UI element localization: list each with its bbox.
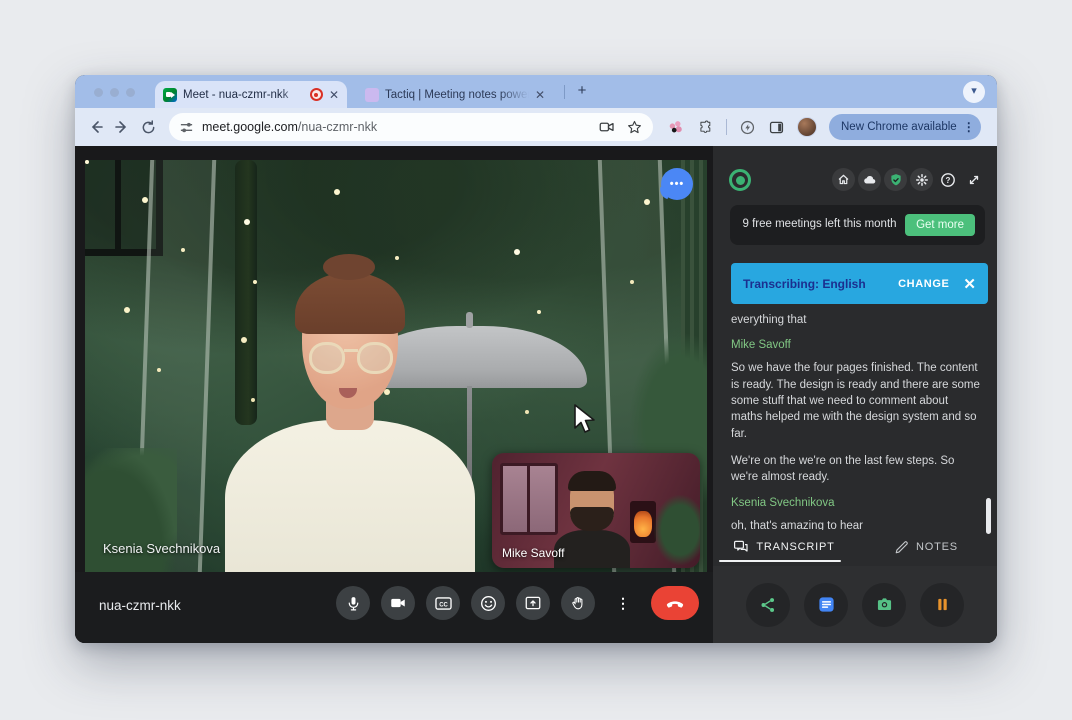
svg-text:CC: CC [439, 602, 448, 608]
tab-meet[interactable]: Meet - nua-czmr-nkk ✕ [155, 81, 347, 108]
side-panel-icon[interactable] [768, 119, 785, 136]
site-settings-icon[interactable] [179, 120, 194, 135]
tab-close-icon[interactable]: ✕ [329, 89, 339, 101]
transcript-list[interactable]: everything that Mike Savoff So we have t… [731, 312, 981, 530]
help-icon[interactable]: ? [936, 168, 959, 191]
participant-ksenia [225, 254, 475, 572]
tab-close-icon[interactable]: ✕ [535, 89, 545, 101]
back-button[interactable] [83, 114, 109, 140]
mouse-cursor [574, 404, 595, 433]
desktop: Meet - nua-czmr-nkk ✕ Tactiq | Meeting n… [0, 0, 1072, 720]
extensions-area [667, 117, 817, 137]
transcript-line: So we have the four pages finished. The … [731, 362, 980, 440]
tab-search-chevron-icon[interactable]: ▾ [963, 81, 985, 103]
end-call-button[interactable] [651, 586, 699, 620]
pause-recording-button[interactable] [920, 582, 964, 627]
transcribing-banner: Transcribing: English CHANGE ✕ [731, 263, 988, 304]
meeting-code-label: nua-czmr-nkk [99, 598, 181, 613]
transcript-line: We're on the we're on the last few steps… [731, 454, 955, 484]
tab-title: Meet - nua-czmr-nkk [183, 88, 289, 101]
mic-button[interactable] [336, 586, 370, 620]
shirt [225, 420, 475, 572]
close-banner-icon[interactable]: ✕ [963, 275, 976, 293]
tactiq-logo-icon [729, 169, 751, 191]
settings-gear-icon[interactable] [910, 168, 933, 191]
transcript-speaker: Mike Savoff [731, 339, 791, 352]
pip-name-label: Mike Savoff [502, 546, 565, 560]
scrollbar-thumb[interactable] [986, 498, 991, 534]
google-docs-button[interactable] [804, 582, 848, 627]
cloud-icon[interactable] [858, 168, 881, 191]
reload-button[interactable] [135, 114, 161, 140]
browser-window: Meet - nua-czmr-nkk ✕ Tactiq | Meeting n… [75, 75, 997, 643]
screenshot-button[interactable] [862, 582, 906, 627]
main-name-label: Ksenia Svechnikova [103, 541, 221, 556]
transcript-speaker: Ksenia Svechnikova [731, 496, 835, 509]
chat-notification-icon[interactable]: ••• [661, 168, 693, 200]
free-meetings-card: 9 free meetings left this month Get more [730, 205, 985, 245]
bookmark-star-icon[interactable] [626, 119, 643, 136]
tactiq-tabs: TRANSCRIPT NOTES [713, 532, 997, 562]
reactions-button[interactable] [471, 586, 505, 620]
camera-permission-icon[interactable] [598, 118, 616, 136]
present-button[interactable] [516, 586, 550, 620]
tactiq-actions [713, 566, 997, 643]
glasses [309, 342, 393, 376]
meet-stage: ••• Mike Savoff Ksenia Svechnikova nua-c… [75, 146, 713, 643]
svg-text:?: ? [945, 176, 950, 185]
pencil-icon [895, 540, 908, 553]
transcript-line: oh, that's amazing to hear [731, 519, 863, 530]
recording-indicator-icon [309, 88, 323, 101]
get-more-button[interactable]: Get more [905, 214, 975, 236]
tactiq-header: ? [727, 168, 985, 194]
traffic-close-button[interactable] [94, 88, 103, 97]
meet-favicon-icon [163, 87, 177, 102]
page-content: ••• Mike Savoff Ksenia Svechnikova nua-c… [75, 146, 997, 643]
extension-pink-icon[interactable] [667, 118, 685, 136]
address-bar[interactable]: meet.google.com/nua-czmr-nkk [169, 113, 653, 141]
tab-title: Tactiq | Meeting notes power [385, 88, 529, 101]
transcript-line: everything that [731, 314, 807, 326]
new-tab-button[interactable]: + [573, 82, 591, 100]
update-menu-kebab-icon[interactable]: ⋮ [963, 121, 975, 133]
tab-notes[interactable]: NOTES [855, 532, 997, 562]
home-icon[interactable] [832, 168, 855, 191]
hair-bun [323, 254, 375, 280]
change-language-button[interactable]: CHANGE [898, 278, 949, 290]
traffic-zoom-button[interactable] [126, 88, 135, 97]
chat-bubbles-icon [734, 540, 748, 552]
shield-check-icon[interactable] [884, 168, 907, 191]
tactiq-favicon-icon [365, 87, 379, 102]
traffic-minimize-button[interactable] [110, 88, 119, 97]
meet-control-bar: nua-czmr-nkk CC ⋮ [75, 572, 713, 643]
captions-button[interactable]: CC [426, 586, 460, 620]
share-button[interactable] [746, 582, 790, 627]
call-controls: CC ⋮ [336, 586, 699, 620]
tactiq-panel: ? 9 free meetings left this month Get mo… [713, 146, 997, 643]
extensions-puzzle-icon[interactable] [697, 119, 714, 136]
resize-panel-icon[interactable] [962, 168, 985, 191]
toolbar-separator [726, 119, 727, 135]
chrome-update-button[interactable]: New Chrome available ⋮ [829, 114, 981, 140]
extension-circle-icon[interactable] [739, 119, 756, 136]
url-text: meet.google.com/nua-czmr-nkk [202, 120, 378, 134]
tab-tactiq[interactable]: Tactiq | Meeting notes power ✕ [357, 81, 553, 108]
pip-plant [654, 495, 700, 565]
free-meetings-text: 9 free meetings left this month [742, 218, 897, 231]
forward-button[interactable] [109, 114, 135, 140]
browser-toolbar: meet.google.com/nua-czmr-nkk New Chrome … [75, 108, 997, 146]
pip-video-tile[interactable]: Mike Savoff [492, 453, 700, 568]
main-video-tile[interactable]: ••• Mike Savoff Ksenia Svechnikova [85, 160, 707, 572]
string-lights [85, 160, 89, 164]
camera-button[interactable] [381, 586, 415, 620]
hair [295, 272, 405, 334]
tab-separator [564, 85, 565, 99]
more-options-button[interactable]: ⋮ [606, 586, 640, 620]
profile-avatar[interactable] [797, 117, 817, 137]
tab-strip: Meet - nua-czmr-nkk ✕ Tactiq | Meeting n… [75, 75, 997, 108]
transcribing-status: Transcribing: English [743, 276, 866, 291]
raise-hand-button[interactable] [561, 586, 595, 620]
tab-transcript[interactable]: TRANSCRIPT [713, 532, 855, 562]
